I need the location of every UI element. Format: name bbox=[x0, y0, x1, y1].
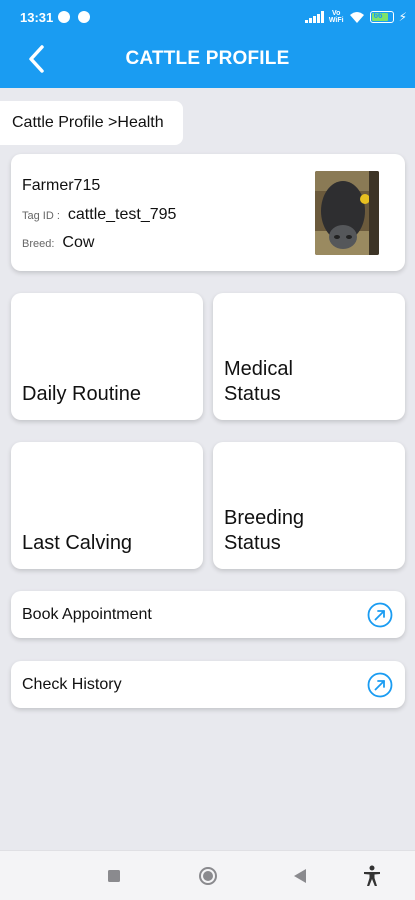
top-app-area: 13:31 Vo WiFi 66 ⚡ CATTLE PROFILE bbox=[0, 0, 415, 88]
status-indicators: Vo WiFi 66 ⚡ bbox=[305, 8, 407, 26]
breadcrumb: Cattle Profile >Health bbox=[0, 101, 183, 145]
square-icon bbox=[108, 870, 120, 882]
breeding-status-tile[interactable]: Breeding Status bbox=[213, 442, 405, 569]
vowifi-label: Vo WiFi bbox=[328, 10, 344, 24]
tile-label: Daily Routine bbox=[22, 383, 141, 405]
accessibility-icon bbox=[364, 865, 380, 886]
battery-icon: 66 bbox=[369, 11, 394, 23]
farmer-name: Farmer715 bbox=[22, 177, 101, 194]
tile-label: Medical Status bbox=[224, 358, 293, 405]
tag-label: Tag ID : bbox=[22, 210, 60, 222]
circle-home-icon bbox=[199, 867, 217, 885]
cattle-photo bbox=[315, 171, 379, 255]
page-title: CATTLE PROFILE bbox=[125, 48, 290, 69]
charging-icon: ⚡ bbox=[398, 10, 407, 24]
book-appointment-button[interactable]: Book Appointment bbox=[11, 591, 405, 638]
triangle-back-icon bbox=[294, 869, 306, 883]
daily-routine-tile[interactable]: Daily Routine bbox=[11, 293, 203, 420]
tile-label: Breeding Status bbox=[224, 507, 305, 554]
action-label: Book Appointment bbox=[22, 606, 152, 623]
signal-icon bbox=[305, 11, 324, 23]
battery-level: 66 bbox=[373, 11, 383, 20]
status-time: 13:31 bbox=[20, 10, 54, 25]
breed-row: Breed: Cow bbox=[22, 234, 94, 252]
last-calving-tile[interactable]: Last Calving bbox=[11, 442, 203, 569]
app-notification-icon bbox=[78, 11, 90, 23]
cattle-profile-card: Farmer715 Tag ID : cattle_test_795 Breed… bbox=[11, 154, 405, 271]
check-history-button[interactable]: Check History bbox=[11, 661, 405, 708]
tile-label: Last Calving bbox=[22, 532, 133, 554]
tag-row: Tag ID : cattle_test_795 bbox=[22, 206, 176, 224]
medical-status-tile[interactable]: Medical Status bbox=[213, 293, 405, 420]
breed-label: Breed: bbox=[22, 238, 55, 250]
nav-back-button[interactable] bbox=[293, 868, 307, 889]
status-bar: 13:31 Vo WiFi 66 ⚡ bbox=[0, 0, 415, 34]
app-notification-icon bbox=[58, 11, 70, 23]
system-nav-bar bbox=[0, 850, 415, 900]
arrow-up-right-circle-icon bbox=[367, 602, 393, 628]
wifi-icon bbox=[349, 11, 364, 23]
action-label: Check History bbox=[22, 676, 122, 693]
recents-button[interactable] bbox=[107, 869, 121, 888]
breed-value: Cow bbox=[62, 234, 95, 251]
tag-value: cattle_test_795 bbox=[67, 206, 177, 223]
arrow-up-right-circle-icon bbox=[367, 672, 393, 698]
home-button[interactable] bbox=[198, 866, 218, 891]
accessibility-button[interactable] bbox=[362, 865, 382, 892]
